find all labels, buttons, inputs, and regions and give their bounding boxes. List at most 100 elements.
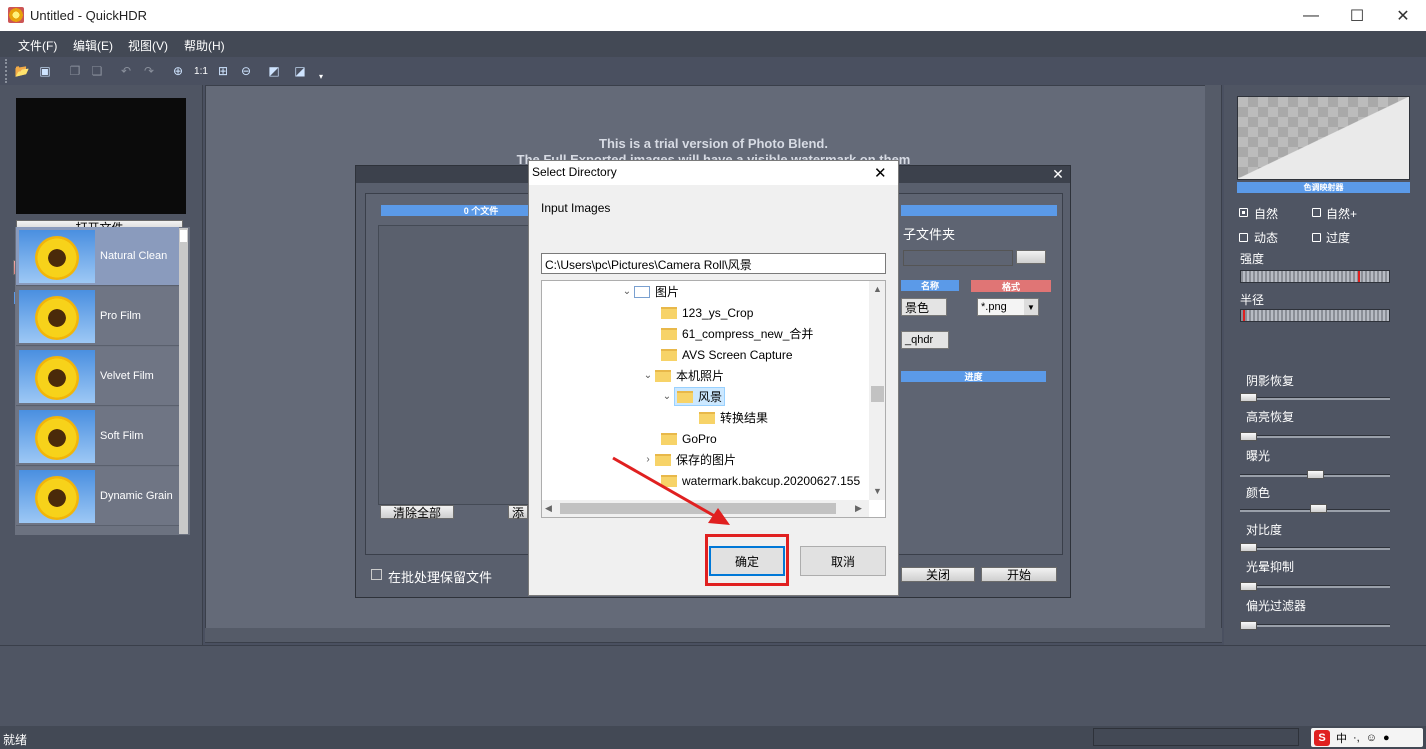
selected-node[interactable]: 风景 (674, 387, 726, 406)
shadow-recovery-thumb[interactable] (1240, 393, 1257, 402)
sunflower-image (35, 236, 79, 280)
chevron-down-icon[interactable]: ⌄ (620, 286, 634, 297)
contrast-slider[interactable] (1240, 547, 1390, 550)
tree-node[interactable]: AVS Screen Capture (661, 344, 793, 365)
halo-suppression-slider[interactable] (1240, 585, 1390, 588)
file-list[interactable] (378, 225, 548, 505)
scroll-down-icon[interactable]: ▼ (873, 486, 882, 496)
tree-node[interactable]: GoPro (661, 428, 717, 449)
tone-curve-preview[interactable] (1237, 96, 1410, 180)
radio-dynamic[interactable] (1239, 233, 1248, 242)
ime-emoji-icon[interactable]: ☺ (1366, 732, 1377, 744)
preset-item-dynamic-grain[interactable]: Dynamic Grain (16, 467, 179, 526)
halo-suppression-label: 光晕抑制 (1246, 560, 1295, 574)
tree-node[interactable]: 123_ys_Crop (661, 302, 753, 323)
format-select[interactable]: *.png ▼ (977, 298, 1039, 316)
halo-suppression-thumb[interactable] (1240, 582, 1257, 591)
redo-icon[interactable]: ↷ (141, 63, 157, 79)
fit-icon[interactable]: ⊞ (215, 63, 231, 79)
close-button[interactable]: ✕ (1380, 0, 1426, 31)
polarizer-slider[interactable] (1240, 624, 1390, 627)
preset-scrollbar[interactable] (179, 228, 188, 534)
tree-node[interactable]: 61_compress_new_合并 (661, 323, 813, 344)
highlight-recovery-thumb[interactable] (1240, 432, 1257, 441)
preset-item-natural-clean[interactable]: Natural Clean (16, 227, 179, 286)
ime-punct-icon[interactable]: ·, (1353, 732, 1360, 744)
name-field[interactable]: 景色 (901, 298, 947, 316)
clear-all-button[interactable]: 清除全部 (380, 505, 454, 520)
scrollbar-thumb[interactable] (180, 230, 187, 242)
strength-marker[interactable] (1358, 271, 1360, 282)
batch-close-icon[interactable]: ✕ (1048, 166, 1068, 183)
radio-natural-plus[interactable] (1312, 208, 1321, 217)
strength-slider[interactable] (1240, 270, 1390, 283)
batch-close-button[interactable]: 关闭 (901, 567, 975, 582)
ime-mode-icon[interactable]: 中 (1336, 730, 1347, 746)
tree-node-pictures[interactable]: ⌄ 图片 (620, 281, 679, 302)
minimize-button[interactable]: — (1288, 0, 1334, 31)
contrast-label: 对比度 (1246, 523, 1283, 537)
scroll-left-icon[interactable]: ◀ (545, 503, 552, 514)
output-folder-field[interactable] (903, 250, 1013, 266)
scrollbar-thumb[interactable] (871, 386, 884, 402)
radius-slider[interactable] (1240, 309, 1390, 322)
menu-edit[interactable]: 编辑(E) (73, 37, 113, 54)
exposure-thumb[interactable] (1306, 470, 1324, 479)
chevron-down-icon[interactable]: ⌄ (641, 370, 655, 381)
folder-icon (677, 390, 693, 403)
open-icon[interactable]: 📂 (14, 63, 30, 79)
title-bar: Untitled - QuickHDR — ☐ ✕ (0, 0, 1426, 31)
tree-node-camera-roll[interactable]: ⌄ 本机照片 (641, 365, 724, 386)
preset-item-velvet-film[interactable]: Velvet Film (16, 347, 179, 406)
zoom-out-icon[interactable]: ⊖ (238, 63, 254, 79)
shadow-recovery-slider[interactable] (1240, 397, 1390, 400)
ime-toolbar[interactable]: S 中 ·, ☺ ● (1311, 728, 1423, 747)
radio-excessive[interactable] (1312, 233, 1321, 242)
path-input[interactable]: C:\Users\pc\Pictures\Camera Roll\风景 (541, 253, 886, 274)
contrast-thumb[interactable] (1240, 543, 1257, 552)
radius-marker[interactable] (1243, 310, 1245, 321)
tree-vertical-scrollbar[interactable]: ▲ ▼ (869, 281, 885, 500)
save-icon[interactable]: ▣ (37, 63, 53, 79)
preset-thumbnail (19, 290, 95, 343)
polarizer-thumb[interactable] (1240, 621, 1257, 630)
copy-icon[interactable]: ❐ (67, 63, 83, 79)
radio-natural[interactable] (1239, 208, 1248, 217)
browse-button[interactable] (1016, 250, 1046, 264)
ime-logo-icon[interactable]: S (1314, 729, 1330, 746)
tree-node-scenery[interactable]: ⌄ 风景 (660, 386, 726, 407)
zoom-in-icon[interactable]: ⊕ (170, 63, 186, 79)
actual-size-icon[interactable]: 1:1 (193, 63, 209, 79)
right-panel: 色调映射器 自然 自然+ 动态 过度 强度 半径 阴影恢复 高亮恢复 曝光 颜色… (1224, 85, 1426, 645)
cancel-button[interactable]: 取消 (800, 546, 886, 576)
suffix-field[interactable]: _qhdr (901, 331, 949, 349)
menu-file[interactable]: 文件(F) (18, 37, 57, 54)
keep-files-checkbox[interactable] (371, 569, 382, 580)
sunflower-image (35, 416, 79, 460)
maximize-button[interactable]: ☐ (1334, 0, 1380, 31)
highlight-recovery-slider[interactable] (1240, 435, 1390, 438)
scroll-right-icon[interactable]: ▶ (855, 503, 862, 514)
chevron-down-icon[interactable]: ▼ (1024, 299, 1038, 315)
preset-item-soft-film[interactable]: Soft Film (16, 407, 179, 466)
ime-mic-icon[interactable]: ● (1383, 732, 1390, 744)
chevron-down-icon[interactable]: ⌄ (660, 391, 674, 402)
tree-node-label: 61_compress_new_合并 (682, 327, 814, 341)
scroll-up-icon[interactable]: ▲ (873, 284, 882, 294)
tree-node-label: GoPro (682, 431, 717, 446)
paste-icon[interactable]: ❏ (89, 63, 105, 79)
color-thumb[interactable] (1310, 504, 1328, 513)
batch-start-button[interactable]: 开始 (981, 567, 1057, 582)
undo-icon[interactable]: ↶ (118, 63, 134, 79)
rotate-left-icon[interactable]: ◩ (266, 63, 282, 79)
rotate-right-icon[interactable]: ◪ (292, 63, 308, 79)
sunflower-image (35, 356, 79, 400)
toolbar-overflow-icon[interactable]: ▾ (313, 68, 329, 84)
canvas-horizontal-scrollbar[interactable] (205, 628, 1222, 642)
dialog-close-icon[interactable]: ✕ (874, 164, 887, 182)
menu-help[interactable]: 帮助(H) (184, 37, 225, 54)
menu-view[interactable]: 视图(V) (128, 37, 168, 54)
preset-item-pro-film[interactable]: Pro Film (16, 287, 179, 346)
add-files-button[interactable]: 添 (508, 505, 528, 520)
tree-node[interactable]: 转换结果 (699, 407, 768, 428)
